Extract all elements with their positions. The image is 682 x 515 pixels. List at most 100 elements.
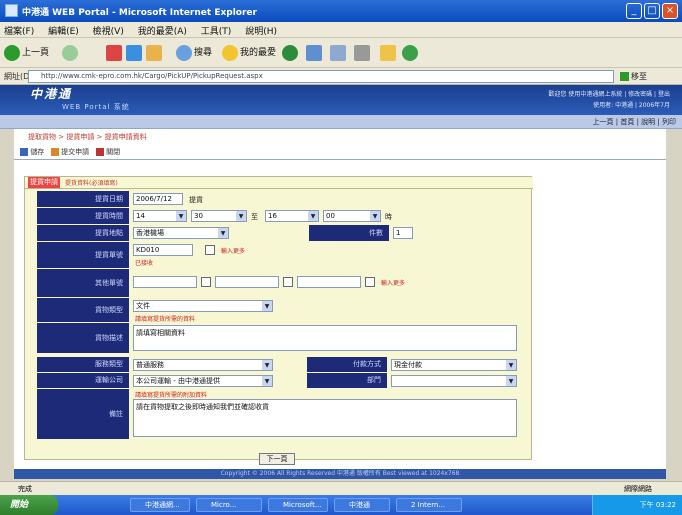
- form-tab-subtitle: 提貨資料(必須填寫): [65, 180, 118, 187]
- extra-no-input-1[interactable]: [133, 276, 197, 288]
- extra-no-label: 其他單號: [37, 269, 129, 297]
- extra-no-checkbox-2[interactable]: [283, 277, 293, 287]
- menu-help[interactable]: 說明(H): [245, 24, 277, 37]
- media-button[interactable]: [282, 43, 300, 63]
- zone-text: 網際網路: [624, 485, 652, 493]
- minimize-button[interactable]: _: [626, 3, 642, 19]
- extra-no-checkbox-3[interactable]: [365, 277, 375, 287]
- stop-button[interactable]: [106, 43, 124, 63]
- next-page-button[interactable]: 下一頁: [259, 453, 295, 465]
- home-icon: [146, 44, 162, 61]
- time-hour-from[interactable]: 14: [133, 210, 187, 222]
- folder-button[interactable]: [380, 43, 398, 63]
- extra-no-input-3[interactable]: [297, 276, 361, 288]
- browser-toolbar: 上一頁 搜尋 我的最愛: [0, 38, 682, 68]
- search-button[interactable]: 搜尋: [176, 43, 212, 63]
- menu-tools[interactable]: 工具(T): [201, 24, 232, 37]
- cargo-no-label: 提貨單號: [37, 242, 129, 268]
- time-minute-from[interactable]: 30: [191, 210, 247, 222]
- mail-icon: [330, 44, 346, 61]
- task-button-3[interactable]: Microsoft...: [268, 498, 328, 512]
- cargo-add-more-link[interactable]: 輸入更多: [221, 246, 245, 255]
- messenger-button[interactable]: [402, 43, 420, 63]
- search-icon: [176, 44, 192, 61]
- carrier-select[interactable]: 本公司運輸 - 由中港通提供: [133, 375, 273, 387]
- nav-right-links[interactable]: 上一頁 | 首頁 | 說明 | 列印: [593, 117, 676, 127]
- department-select[interactable]: [391, 375, 517, 387]
- date-hint: 提貨: [189, 196, 203, 204]
- close-button[interactable]: ×: [662, 3, 678, 19]
- back-arrow-icon: [4, 44, 20, 61]
- site-logo: 中港通: [30, 87, 73, 101]
- menu-favorites[interactable]: 我的最愛(A): [138, 24, 187, 37]
- cargo-status-note: 已接收: [135, 260, 154, 267]
- back-button[interactable]: 上一頁: [4, 43, 49, 63]
- folder-icon: [380, 44, 396, 61]
- menu-view[interactable]: 檢視(V): [93, 24, 124, 37]
- maximize-button[interactable]: □: [644, 3, 660, 19]
- menu-edit[interactable]: 編輯(E): [48, 24, 79, 37]
- print-button[interactable]: [354, 43, 372, 63]
- taskbar: 開始 中港通網... Micro... Microsoft... 中港通 2 I…: [0, 495, 682, 515]
- cargo-type-select[interactable]: 文件: [133, 300, 273, 312]
- print-icon: [354, 44, 370, 61]
- extra-no-checkbox-1[interactable]: [201, 277, 211, 287]
- forward-button[interactable]: [62, 43, 80, 63]
- history-button[interactable]: [306, 43, 324, 63]
- payment-select[interactable]: 現金付款: [391, 359, 517, 371]
- service-label: 服務類型: [37, 357, 129, 372]
- task-button-5[interactable]: 2 Intern...: [396, 498, 462, 512]
- extra-no-input-2[interactable]: [215, 276, 279, 288]
- cargo-no-input[interactable]: KD010: [133, 244, 193, 256]
- system-tray: 下午 03:22: [592, 495, 682, 515]
- breadcrumb[interactable]: 提取貨物 > 提貨申請 > 提貨申請資料: [28, 132, 147, 142]
- address-bar: 網址(D) http://www.cmk-epro.com.hk/Cargo/P…: [0, 68, 682, 85]
- save-button[interactable]: 儲存: [20, 148, 44, 156]
- remark-textarea[interactable]: 請在貨物提取之後即時通知我們並確認收貨: [133, 399, 517, 437]
- site-subtitle: WEB Portal 系統: [62, 103, 130, 111]
- cargo-type-note: 請填寫提貨所需的資料: [135, 316, 196, 323]
- status-text: 完成: [18, 485, 32, 493]
- remark-label: 備註: [37, 389, 129, 439]
- task-button-4[interactable]: 中港通: [334, 498, 390, 512]
- description-textarea[interactable]: 請填寫相關資料: [133, 325, 517, 351]
- close-page-button[interactable]: 關閉: [95, 148, 120, 156]
- star-icon: [222, 44, 238, 61]
- qty-input[interactable]: 1: [393, 227, 413, 239]
- go-arrow-icon: [620, 72, 629, 81]
- qty-label: 件數: [309, 225, 389, 241]
- form-tab-title[interactable]: 提貨申請: [28, 177, 60, 188]
- home-button[interactable]: [146, 43, 164, 63]
- start-button[interactable]: 開始: [0, 495, 58, 515]
- service-select[interactable]: 普通服務: [133, 359, 273, 371]
- task-button-1[interactable]: 中港通網...: [130, 498, 190, 512]
- time-hour-to[interactable]: 16: [265, 210, 319, 222]
- ie-icon: [5, 4, 18, 17]
- nav-strip: 上一頁 | 首頁 | 說明 | 列印: [0, 115, 682, 129]
- menu-bar: 檔案(F) 編輯(E) 檢視(V) 我的最愛(A) 工具(T) 說明(H): [0, 22, 682, 38]
- date-label: 提貨日期: [37, 191, 129, 207]
- forward-arrow-icon: [62, 44, 78, 61]
- time-separator: 至: [251, 213, 258, 221]
- location-select[interactable]: 香港機場: [133, 227, 229, 239]
- content-area: 提取貨物 > 提貨申請 > 提貨申請資料 儲存 提交申請 關閉 提貨申請 提貨資…: [14, 129, 666, 469]
- clock: 下午 03:22: [639, 501, 676, 509]
- refresh-button[interactable]: [126, 43, 144, 63]
- submit-button[interactable]: 提交申請: [50, 148, 89, 156]
- time-minute-to[interactable]: 00: [323, 210, 381, 222]
- mail-button[interactable]: [330, 43, 348, 63]
- menu-file[interactable]: 檔案(F): [4, 24, 34, 37]
- header-links[interactable]: 歡迎您 使用中港通網上系統 | 修改密碼 | 登出: [548, 89, 670, 98]
- header-user-info: 使用者: 中港通 | 2006年7月: [593, 102, 670, 109]
- save-icon: [20, 148, 28, 156]
- cargo-no-checkbox[interactable]: [205, 245, 215, 255]
- extra-add-more-link[interactable]: 輸入更多: [381, 278, 405, 287]
- address-input[interactable]: http://www.cmk-epro.com.hk/Cargo/PickUP/…: [28, 70, 614, 83]
- site-header: 中港通 WEB Portal 系統 歡迎您 使用中港通網上系統 | 修改密碼 |…: [0, 85, 682, 115]
- location-label: 提貨地點: [37, 225, 129, 241]
- date-input[interactable]: 2006/7/12: [133, 193, 183, 205]
- go-button[interactable]: 移至: [620, 70, 650, 83]
- favorites-button[interactable]: 我的最愛: [222, 43, 276, 63]
- task-button-2[interactable]: Micro...: [196, 498, 262, 512]
- description-label: 貨物描述: [37, 323, 129, 353]
